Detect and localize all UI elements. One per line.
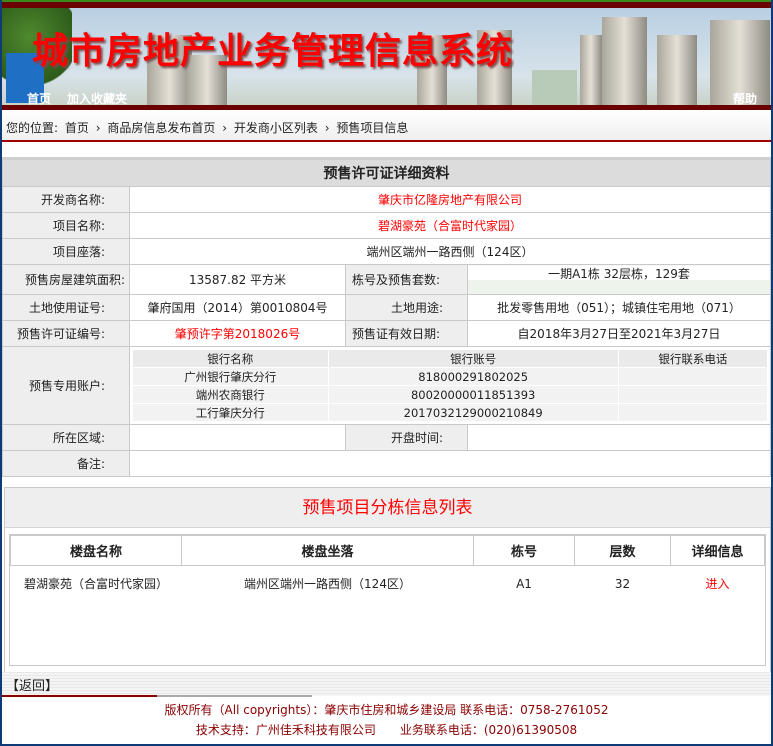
window-frame (0, 0, 773, 746)
